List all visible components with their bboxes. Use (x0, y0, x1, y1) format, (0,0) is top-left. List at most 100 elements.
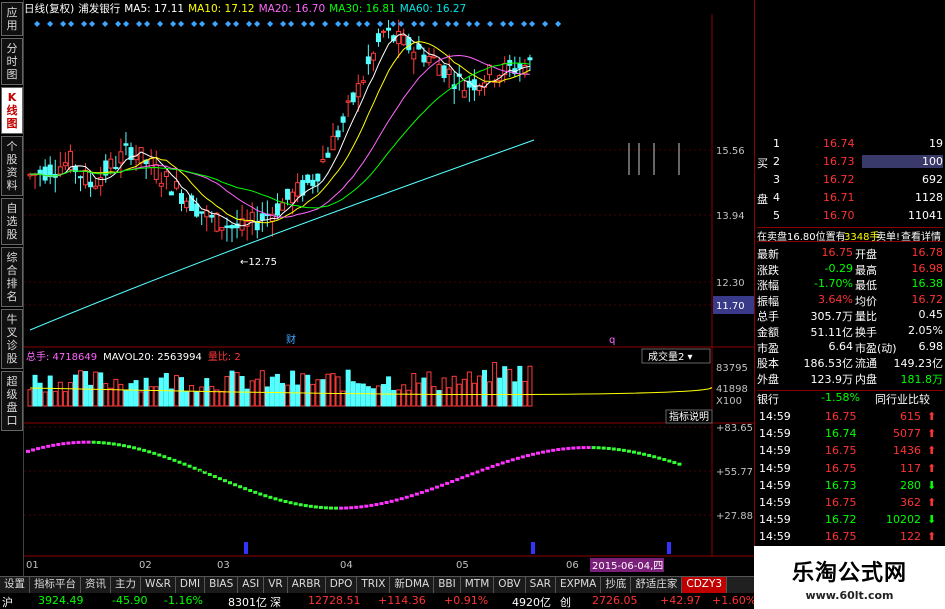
quote-value: 2.05% (908, 324, 943, 337)
indicator-tab[interactable]: ASI (238, 577, 265, 593)
candle (315, 173, 321, 193)
order-book-row[interactable]: 1 16.74 19 (757, 137, 943, 152)
oscillator-point (207, 472, 212, 476)
signal-marker: ◆ (390, 19, 397, 28)
indicator-tab[interactable]: CDZY3 (682, 577, 728, 593)
oscillator-point (430, 487, 434, 491)
candle (345, 94, 351, 118)
left-tab-7[interactable]: 超级盘口 (1, 371, 23, 431)
indicator-tab[interactable]: SAR (525, 577, 556, 593)
quote-label: 均价 (855, 294, 877, 308)
order-book-row[interactable]: 盘 4 16.71 1128 (757, 191, 943, 206)
left-tab-4[interactable]: 自选股 (1, 198, 23, 245)
volume-bar (456, 383, 462, 407)
indicator-tab[interactable]: BBI (434, 577, 461, 593)
oscillator-point (556, 448, 561, 452)
signal-bar (244, 542, 248, 554)
volume-bar (527, 365, 533, 407)
indicator-axis-label: +55.77 (716, 467, 753, 478)
oscillator-point (591, 446, 596, 450)
signal-marker: ◆ (233, 19, 240, 28)
left-tab-2[interactable]: K线图 (1, 87, 23, 134)
oscillator-point (86, 440, 91, 444)
industry-compare-link[interactable]: 同行业比较 (875, 391, 930, 407)
oscillator-point (551, 448, 556, 452)
oscillator-point (329, 506, 333, 510)
candle (290, 188, 296, 215)
indicator-tab[interactable]: VR (264, 577, 288, 593)
book-level: 2 (773, 155, 780, 168)
candle (148, 149, 154, 175)
book-price: 16.70 (823, 209, 855, 222)
sh-index-change: -45.90 (112, 594, 148, 607)
quote-label: 换手 (855, 326, 877, 339)
order-book-row[interactable]: 3 16.72 692 (757, 173, 943, 188)
volume-bar (32, 374, 38, 407)
quote-value: -0.29 (824, 261, 853, 275)
indicator-tab[interactable]: W&R (141, 577, 176, 593)
sell-notice-text: 在卖盘16.80位置有 (757, 232, 846, 243)
left-tab-6[interactable]: 牛叉诊股 (1, 309, 23, 369)
index-status-bar: 沪 3924.49 -45.90 -1.16% 8301亿 深 12728.51… (0, 593, 756, 609)
signal-marker: ◆ (157, 19, 164, 28)
signal-marker: ◆ (47, 19, 54, 28)
down-arrow-icon: ⬇ (927, 513, 937, 527)
oscillator-point (298, 503, 303, 507)
indicator-tab[interactable]: 指标平台 (30, 577, 81, 593)
indicator-tab[interactable]: DMI (175, 577, 206, 593)
volume-bar (239, 376, 245, 407)
volume-bar (219, 390, 225, 407)
candle (381, 29, 386, 38)
volume-bar (209, 385, 215, 407)
oscillator-point (303, 504, 308, 508)
indicator-tab[interactable]: EXPMA (555, 577, 602, 593)
candle (239, 204, 245, 237)
indicator-tab[interactable]: 抄底 (601, 577, 632, 593)
candle (168, 190, 174, 196)
oscillator-point (172, 458, 177, 462)
quote-label: 外盘 (757, 372, 779, 386)
oscillator-point (127, 445, 131, 449)
candle (143, 158, 149, 180)
indicator-tab[interactable]: 舒适庄家 (631, 577, 683, 593)
indicator-tab[interactable]: BIAS (205, 577, 239, 593)
sell-notice-link[interactable]: 查看详情 (901, 228, 941, 243)
left-tab-3[interactable]: 个股资料 (1, 136, 23, 196)
left-tab-0[interactable]: 应用 (1, 2, 23, 36)
indicator-tab[interactable]: 新DMA (390, 577, 435, 593)
indicator-tab[interactable]: 设置 (0, 577, 30, 593)
oscillator-point (157, 453, 162, 457)
indicator-tab[interactable]: 主力 (111, 577, 141, 593)
kline-chart-area[interactable]: 日线(复权) 浦发银行 MA5: 17.11 MA10: 17.12 MA20: 16.… (24, 0, 754, 576)
ma-line (29, 54, 530, 218)
indicator-tab[interactable]: 资讯 (81, 577, 111, 593)
left-tab-1[interactable]: 分时图 (1, 38, 23, 85)
quote-value: 16.75 (821, 246, 854, 259)
indicator-tab[interactable]: OBV (494, 577, 526, 593)
quote-value: 3.64% (818, 292, 853, 306)
volume-bar (123, 389, 129, 407)
oscillator-point (460, 476, 465, 480)
volume-bar (274, 373, 280, 407)
oscillator-point (56, 442, 61, 446)
order-book-row[interactable]: 买 2 16.73 100 (757, 155, 943, 170)
oscillator-point (611, 447, 616, 451)
volume-bar (375, 385, 381, 407)
x-axis-label: 06 (566, 560, 579, 571)
sell-notice[interactable]: 在卖盘16.80位置有 3348手 卖单! 查看详情 (757, 227, 943, 243)
oscillator-point (308, 504, 313, 508)
oscillator-point (632, 450, 636, 454)
tick-price: 16.73 (825, 478, 857, 492)
indicator-tab[interactable]: MTM (460, 577, 495, 593)
order-book-row[interactable]: 5 16.70 11041 (757, 209, 943, 224)
oscillator-point (384, 500, 389, 504)
oscillator-point (349, 506, 354, 510)
book-level: 5 (773, 209, 780, 222)
candle (340, 113, 346, 133)
indicator-tab[interactable]: TRIX (357, 577, 391, 593)
left-tab-5[interactable]: 综合排名 (1, 247, 23, 307)
candle (138, 147, 144, 169)
candle (72, 164, 78, 184)
indicator-tab[interactable]: DPO (325, 577, 358, 593)
indicator-tab[interactable]: ARBR (287, 577, 326, 593)
